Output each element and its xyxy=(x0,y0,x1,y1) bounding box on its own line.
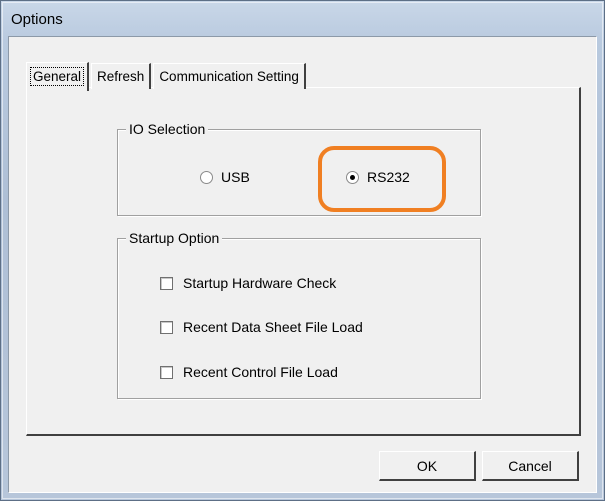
tab-communication-setting[interactable]: Communication Setting xyxy=(153,63,306,89)
cancel-button[interactable]: Cancel xyxy=(482,451,579,481)
startup-hardware-check-checkbox[interactable]: Startup Hardware Check xyxy=(160,275,336,291)
startup-option-group: Startup Option Startup Hardware Check Re… xyxy=(117,230,481,399)
recent-data-sheet-file-load-label[interactable]: Recent Data Sheet File Load xyxy=(183,319,363,335)
usb-radio-label[interactable]: USB xyxy=(221,169,250,185)
rs232-radio-label[interactable]: RS232 xyxy=(367,169,410,185)
rs232-radio-circle-icon[interactable] xyxy=(346,170,359,184)
recent-data-sheet-file-load-checkbox[interactable]: Recent Data Sheet File Load xyxy=(160,319,363,335)
io-selection-label: IO Selection xyxy=(126,121,209,137)
startup-option-label: Startup Option xyxy=(126,230,223,246)
general-tab-page: IO Selection USB RS232 Startup Option St… xyxy=(26,87,581,436)
tab-communication-setting-label: Communication Setting xyxy=(159,69,299,84)
usb-radio-circle-icon[interactable] xyxy=(200,170,213,184)
recent-control-file-load-label[interactable]: Recent Control File Load xyxy=(183,364,338,380)
checkbox-icon[interactable] xyxy=(160,365,173,379)
rs232-radio[interactable]: RS232 xyxy=(346,169,410,185)
tab-refresh[interactable]: Refresh xyxy=(91,63,152,89)
title-bar[interactable]: Options xyxy=(11,7,63,31)
recent-control-file-load-checkbox[interactable]: Recent Control File Load xyxy=(160,364,338,380)
tab-general[interactable]: General xyxy=(26,62,90,91)
checkbox-icon[interactable] xyxy=(160,276,173,290)
io-selection-group: IO Selection USB RS232 xyxy=(117,121,481,216)
tab-strip: General Refresh Communication Setting xyxy=(26,60,308,91)
usb-radio[interactable]: USB xyxy=(200,169,250,185)
startup-hardware-check-label[interactable]: Startup Hardware Check xyxy=(183,275,336,291)
tab-general-label: General xyxy=(29,66,85,86)
checkbox-icon[interactable] xyxy=(160,320,173,334)
tab-refresh-label: Refresh xyxy=(97,69,145,84)
window-title: Options xyxy=(11,10,63,28)
ok-button[interactable]: OK xyxy=(379,451,476,481)
